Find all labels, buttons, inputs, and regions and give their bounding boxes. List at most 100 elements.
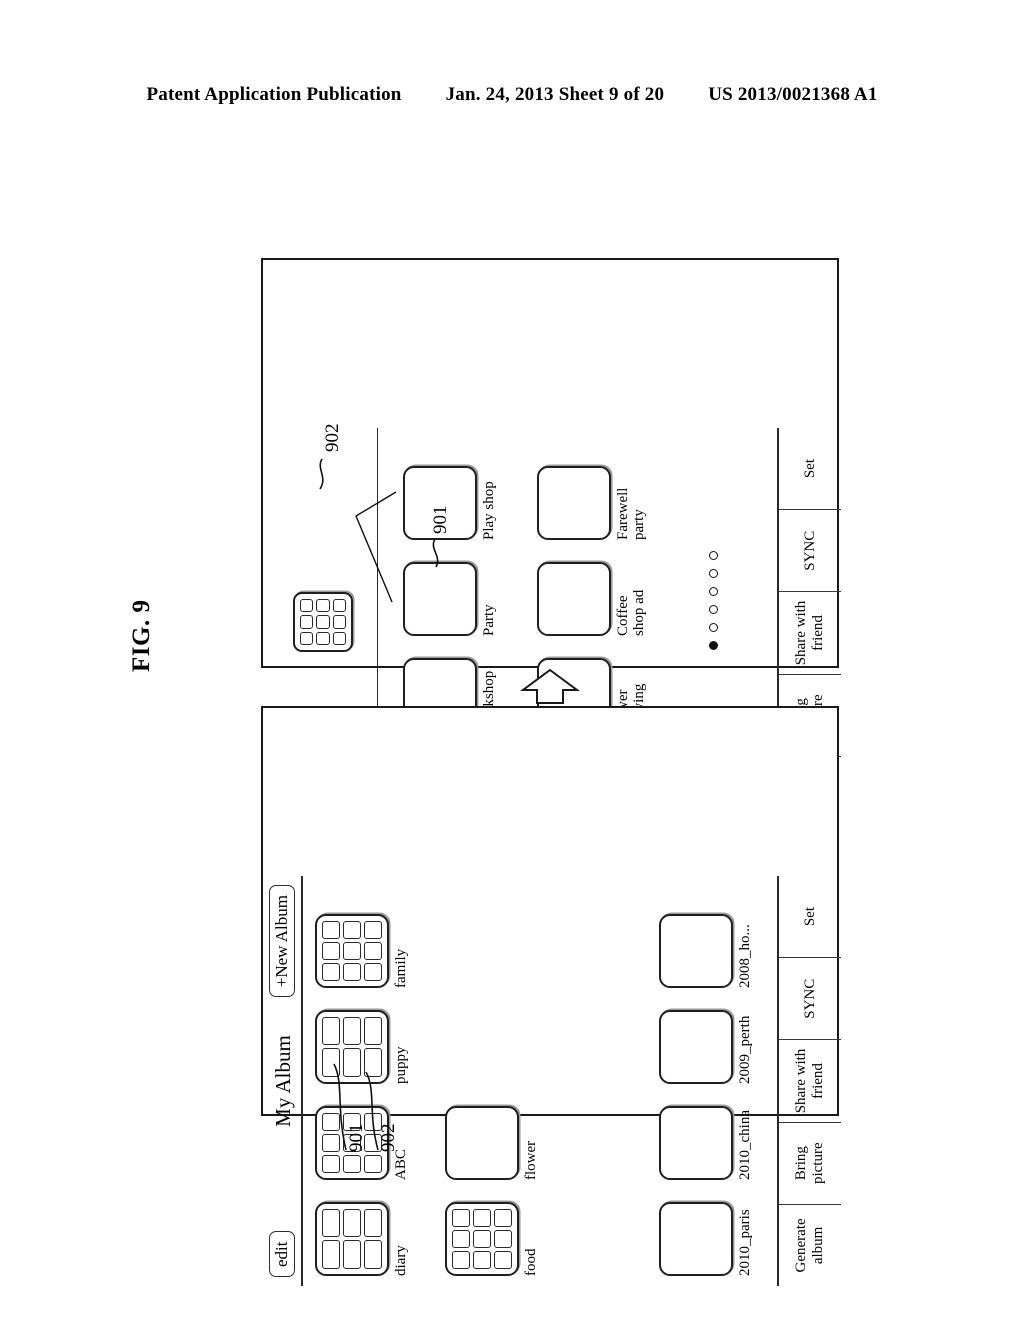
album-thumb-cell: [300, 615, 314, 629]
page-header: Patent Application Publication Jan. 24, 2…: [0, 84, 1024, 106]
album-thumb-cell: [343, 1017, 361, 1046]
album-thumb-cell: [332, 615, 346, 629]
album-item-label: Party: [481, 604, 497, 636]
figure-label: FIG. 9: [128, 599, 155, 672]
album-thumb-cell: [322, 1048, 340, 1077]
album-thumb-cell: [364, 1017, 382, 1046]
album-item[interactable]: Party: [403, 550, 497, 636]
album-thumb-cell: [316, 599, 330, 613]
album-detail-phone-frame: ABC Get-togetherWorkshopPartyPlay shopFa…: [261, 258, 841, 838]
album-item[interactable]: Coffee shop ad: [537, 550, 647, 636]
photo-tile-label: 2009_perth: [737, 1015, 753, 1084]
album-thumb-cell: [332, 599, 346, 613]
toolbar-button[interactable]: Share with friend: [779, 1039, 841, 1122]
album-tile[interactable]: puppy: [315, 998, 409, 1084]
album-tile-label: diary: [393, 1245, 409, 1276]
album-thumb-cell: [364, 942, 382, 960]
album-thumb-cell: [332, 631, 346, 645]
album-thumb-cell: [364, 1240, 382, 1269]
toolbar-button[interactable]: SYNC: [779, 957, 841, 1040]
album-thumb-cell: [494, 1230, 512, 1248]
album-thumb-cell: [322, 1134, 340, 1152]
album-list-phone-frame: edit My Album +New Album diary ABC puppy fa…: [261, 706, 841, 1286]
album-grid: diary ABC puppy family food flower: [315, 876, 565, 1286]
toolbar-button[interactable]: SYNC: [779, 509, 841, 592]
album-thumb-cell: [322, 963, 340, 981]
album-thumb-cell: [364, 921, 382, 939]
album-thumb-cell: [343, 921, 361, 939]
album-thumb-cell: [364, 1048, 382, 1077]
photo-tile-label: 2010_paris: [737, 1209, 753, 1276]
album-thumb-cell: [343, 942, 361, 960]
photo-tile-label: 2008_ho...: [737, 924, 753, 988]
album-thumb-cell: [316, 615, 330, 629]
ref-901-list: 901: [346, 1123, 367, 1153]
toolbar-button[interactable]: Set: [779, 428, 841, 509]
toolbar-button[interactable]: Set: [779, 876, 841, 957]
album-thumb-cell: [322, 942, 340, 960]
ref-901-detail: 901: [430, 505, 451, 535]
album-thumb-cell: [316, 631, 330, 645]
toolbar-button[interactable]: Generate album: [779, 1203, 841, 1286]
toolbar-button[interactable]: Bring picture: [779, 1121, 841, 1204]
page-indicator-dots[interactable]: [709, 551, 718, 650]
album-thumb-cell: [300, 599, 314, 613]
photo-tile[interactable]: 2009_perth: [659, 998, 753, 1084]
album-thumb-cell: [343, 1048, 361, 1077]
album-thumb-cell: [322, 1113, 340, 1131]
album-tile-label: flower: [523, 1140, 539, 1180]
album-list-screen: edit My Album +New Album diary ABC puppy fa…: [263, 876, 841, 1286]
album-thumb-cell: [343, 1209, 361, 1238]
publication-label: Patent Application Publication: [146, 84, 402, 105]
album-thumb-cell: [364, 1209, 382, 1238]
page-dot[interactable]: [709, 605, 718, 614]
album-thumb-cell: [452, 1251, 470, 1269]
album-tile-label: puppy: [393, 1046, 409, 1085]
album-thumb-cell: [494, 1209, 512, 1227]
album-thumb-cell: [473, 1209, 491, 1227]
album-thumb-cell: [452, 1209, 470, 1227]
album-cover-icon[interactable]: [293, 592, 353, 652]
photo-tile-label: 2010_china: [737, 1110, 753, 1180]
album-tile[interactable]: diary: [315, 1190, 409, 1276]
album-thumb-cell: [494, 1251, 512, 1269]
album-item-label: Farewell party: [615, 487, 647, 540]
toolbar-button[interactable]: Share with friend: [779, 591, 841, 674]
album-thumb-cell: [322, 1155, 340, 1173]
album-thumb-cell: [473, 1251, 491, 1269]
list-bottom-toolbar: Generate album Bring picture Share with fr…: [777, 876, 841, 1286]
album-list-topbar: edit My Album +New Album: [263, 876, 303, 1286]
ref-902-detail: 902: [322, 423, 343, 453]
album-tile-label: family: [393, 948, 409, 988]
document-number-label: US 2013/0021368 A1: [708, 84, 878, 105]
album-thumb-cell: [452, 1230, 470, 1248]
album-tile[interactable]: family: [315, 902, 409, 988]
album-item-label: Coffee shop ad: [615, 589, 647, 636]
transition-up-arrow-icon: [519, 668, 581, 706]
album-tile[interactable]: flower: [445, 1094, 539, 1180]
album-thumb-cell: [300, 631, 314, 645]
album-thumb-cell: [322, 1240, 340, 1269]
album-thumb-cell: [364, 963, 382, 981]
photo-tile[interactable]: 2010_china: [659, 1094, 753, 1180]
album-tile[interactable]: food: [445, 1190, 539, 1276]
album-thumb-cell: [343, 1240, 361, 1269]
album-thumb-cell: [322, 1209, 340, 1238]
page-dot[interactable]: [709, 569, 718, 578]
page-dot[interactable]: [709, 641, 718, 650]
album-item[interactable]: Farewell party: [537, 454, 647, 540]
page-dot[interactable]: [709, 587, 718, 596]
photo-tile[interactable]: 2010_paris: [659, 1190, 753, 1276]
album-thumb-cell: [343, 1155, 361, 1173]
photo-tile[interactable]: 2008_ho...: [659, 902, 753, 988]
album-thumb-cell: [364, 1155, 382, 1173]
page-dot[interactable]: [709, 623, 718, 632]
album-thumb-cell: [322, 921, 340, 939]
page-dot[interactable]: [709, 551, 718, 560]
album-item-label: Play shop: [481, 481, 497, 540]
ref-902-list: 902: [378, 1123, 399, 1153]
new-album-button[interactable]: +New Album: [269, 885, 295, 998]
photo-row: 2010_paris 2010_china 2009_perth 2008_ho...: [659, 876, 779, 1286]
date-sheet-label: Jan. 24, 2013 Sheet 9 of 20: [445, 84, 665, 105]
album-thumb-cell: [322, 1017, 340, 1046]
